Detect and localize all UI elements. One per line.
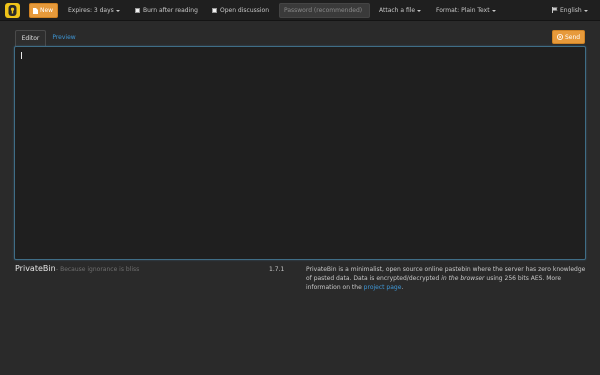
text-cursor	[21, 52, 22, 59]
privatebin-logo-icon[interactable]	[5, 3, 20, 18]
version-number: 1.7.1	[269, 266, 285, 273]
project-page-link[interactable]: project page	[364, 284, 402, 291]
tab-editor[interactable]: Editor	[15, 30, 46, 46]
caret-down-icon	[491, 9, 496, 12]
new-button[interactable]: New	[29, 3, 58, 18]
language-label: English	[560, 7, 582, 14]
paste-textarea[interactable]	[14, 46, 586, 260]
caret-down-icon	[583, 9, 588, 12]
top-navbar: New Expires: 3 days Burn after reading O…	[0, 0, 600, 21]
flag-icon	[552, 7, 558, 13]
open-discussion-label: Open discussion	[220, 7, 270, 14]
file-icon	[33, 7, 38, 14]
attach-file-dropdown[interactable]: Attach a file	[379, 0, 422, 21]
caret-down-icon	[115, 9, 120, 12]
caret-down-icon	[417, 9, 422, 12]
tab-preview[interactable]: Preview	[48, 30, 80, 46]
new-button-label: New	[40, 7, 54, 14]
format-label: Format: Plain Text	[436, 7, 490, 14]
expiration-label: Expires: 3 days	[68, 7, 114, 14]
brand-tagline: - Because ignorance is bliss	[56, 266, 140, 273]
format-dropdown[interactable]: Format: Plain Text	[436, 0, 496, 21]
brand-name: PrivateBin	[15, 264, 56, 273]
send-button[interactable]: Send	[552, 30, 585, 44]
password-input[interactable]	[279, 3, 370, 18]
burn-after-reading-checkbox[interactable]	[135, 7, 140, 13]
attach-file-label: Attach a file	[379, 7, 416, 14]
burn-after-reading-label: Burn after reading	[143, 7, 198, 14]
send-button-label: Send	[564, 33, 581, 41]
about-text: PrivateBin is a minimalist, open source …	[306, 265, 591, 292]
burn-after-reading-option[interactable]: Burn after reading	[135, 0, 198, 21]
about-text-part-3: .	[401, 284, 404, 291]
language-dropdown[interactable]: English	[552, 0, 588, 21]
open-discussion-option[interactable]: Open discussion	[212, 0, 269, 21]
open-discussion-checkbox[interactable]	[212, 7, 217, 13]
send-arrow-icon	[556, 34, 563, 40]
about-text-emphasis: in the browser	[441, 275, 485, 282]
expiration-dropdown[interactable]: Expires: 3 days	[68, 0, 120, 21]
